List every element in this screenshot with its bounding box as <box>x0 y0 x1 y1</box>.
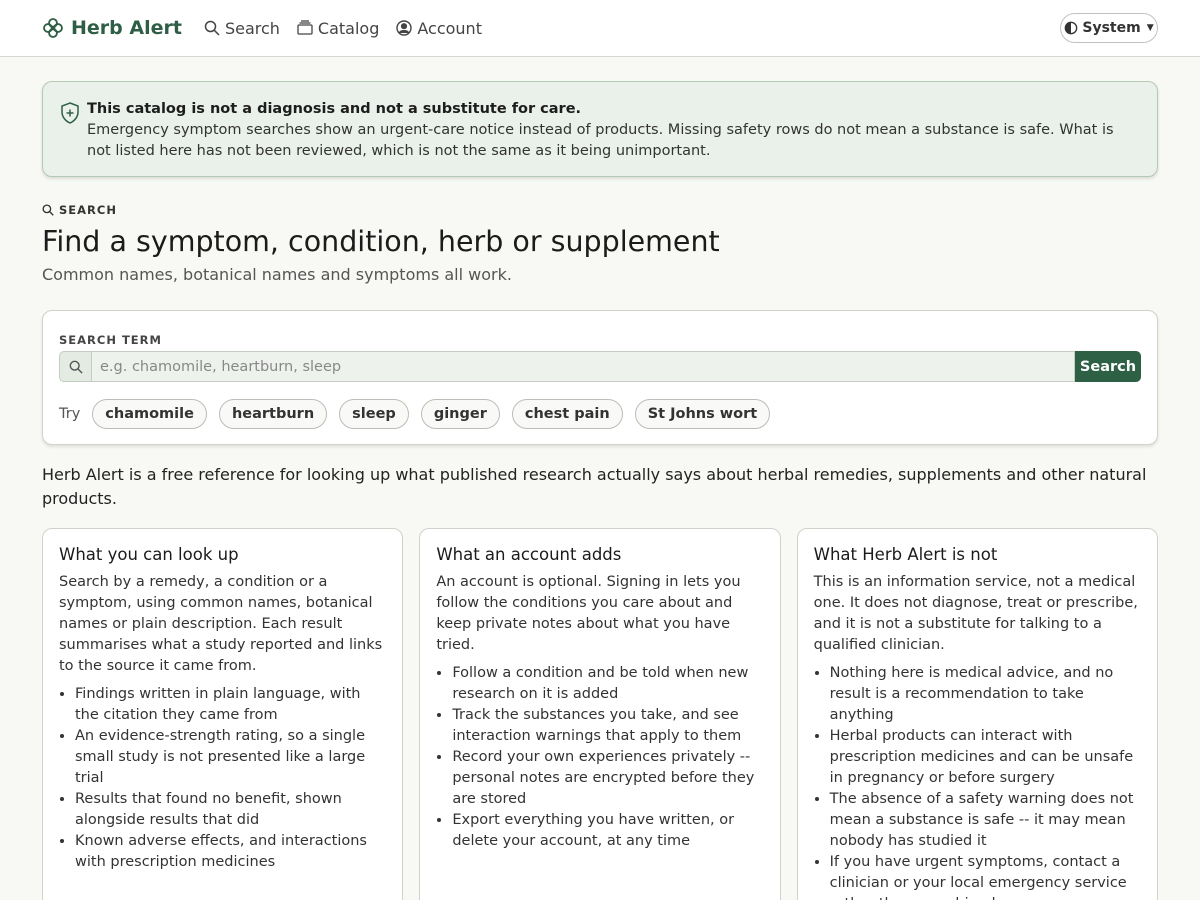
section-eyebrow: SEARCH <box>42 203 1158 217</box>
theme-label: System <box>1082 20 1141 36</box>
top-navbar: Herb Alert Search Catalog Account System… <box>0 0 1200 57</box>
nav-catalog[interactable]: Catalog <box>297 19 379 38</box>
suggestion-chip[interactable]: chest pain <box>511 399 623 429</box>
brand-name: Herb Alert <box>71 17 182 39</box>
card-list: Nothing here is medical advice, and no r… <box>814 663 1141 900</box>
catalog-icon <box>297 20 313 35</box>
suggestion-chip[interactable]: sleep <box>339 399 409 429</box>
info-cards: What you can look up Search by a remedy,… <box>42 528 1158 900</box>
card-title: What an account adds <box>436 545 622 564</box>
search-input-group: Search <box>59 351 1141 382</box>
contrast-icon <box>1065 21 1078 35</box>
suggestion-chip[interactable]: ginger <box>420 399 500 429</box>
suggestion-chip[interactable]: chamomile <box>92 399 207 429</box>
search-term-label: SEARCH TERM <box>59 333 162 347</box>
list-item: Herbal products can interact with prescr… <box>830 726 1141 789</box>
card-list: Follow a condition and be told when new … <box>436 663 763 852</box>
card-list: Findings written in plain language, with… <box>59 684 386 873</box>
brand-link[interactable]: Herb Alert <box>42 17 182 39</box>
list-item: The absence of a safety warning does not… <box>830 789 1141 852</box>
disclaimer-notice: This catalog is not a diagnosis and not … <box>42 81 1158 177</box>
card-title: What you can look up <box>59 545 239 564</box>
list-item: Known adverse effects, and interactions … <box>75 831 386 873</box>
search-icon <box>69 360 83 374</box>
card-account: What an account adds An account is optio… <box>419 528 781 900</box>
nav-catalog-label: Catalog <box>317 18 380 38</box>
list-item: Follow a condition and be told when new … <box>452 663 763 705</box>
list-item: Nothing here is medical advice, and no r… <box>830 663 1141 726</box>
nav-account-label: Account <box>417 18 482 38</box>
search-icon <box>204 20 220 36</box>
shield-icon <box>61 102 79 124</box>
list-item: If you have urgent symptoms, contact a c… <box>830 852 1141 900</box>
card-title: What Herb Alert is not <box>813 545 998 564</box>
eyebrow-label: SEARCH <box>59 203 117 217</box>
theme-toggle-button[interactable]: System ▼ <box>1060 13 1158 43</box>
search-card: SEARCH TERM Search Try chamomile heartbu… <box>42 310 1158 445</box>
notice-title: This catalog is not a diagnosis and not … <box>87 101 582 117</box>
herb-logo-icon <box>43 18 63 38</box>
page-title: Find a symptom, condition, herb or suppl… <box>42 225 720 258</box>
search-button[interactable]: Search <box>1075 351 1141 382</box>
notice-body: Emergency symptom searches show an urgen… <box>87 122 1114 159</box>
list-item: Results that found no benefit, shown alo… <box>75 789 386 831</box>
list-item: Findings written in plain language, with… <box>75 684 386 726</box>
page-subtitle: Common names, botanical names and sympto… <box>42 265 512 284</box>
suggestion-chip[interactable]: St Johns wort <box>634 399 771 429</box>
nav-account[interactable]: Account <box>396 19 482 38</box>
nav-search-label: Search <box>224 18 280 38</box>
suggestion-row: Try chamomile heartburn sleep ginger che… <box>59 399 1141 429</box>
search-icon <box>42 204 54 216</box>
card-lookup: What you can look up Search by a remedy,… <box>42 528 404 900</box>
account-icon <box>396 20 413 36</box>
card-not: What Herb Alert is not This is an inform… <box>796 528 1158 900</box>
card-text: This is an information service, not a me… <box>813 574 1138 653</box>
card-text: An account is optional. Signing in lets … <box>436 574 741 653</box>
card-text: Search by a remedy, a condition or a sym… <box>59 574 383 674</box>
try-label: Try <box>59 406 81 422</box>
list-item: An evidence-strength rating, so a single… <box>75 726 386 789</box>
chevron-down-icon: ▼ <box>1146 23 1154 33</box>
list-item: Record your own experiences privately --… <box>452 747 763 810</box>
search-input[interactable] <box>91 351 1075 382</box>
list-item: Track the substances you take, and see i… <box>452 705 763 747</box>
intro-text: Herb Alert is a free reference for looki… <box>42 465 1147 508</box>
search-addon <box>59 351 91 382</box>
nav-search[interactable]: Search <box>204 19 280 38</box>
list-item: Export everything you have written, or d… <box>452 810 763 852</box>
suggestion-chip[interactable]: heartburn <box>218 399 328 429</box>
